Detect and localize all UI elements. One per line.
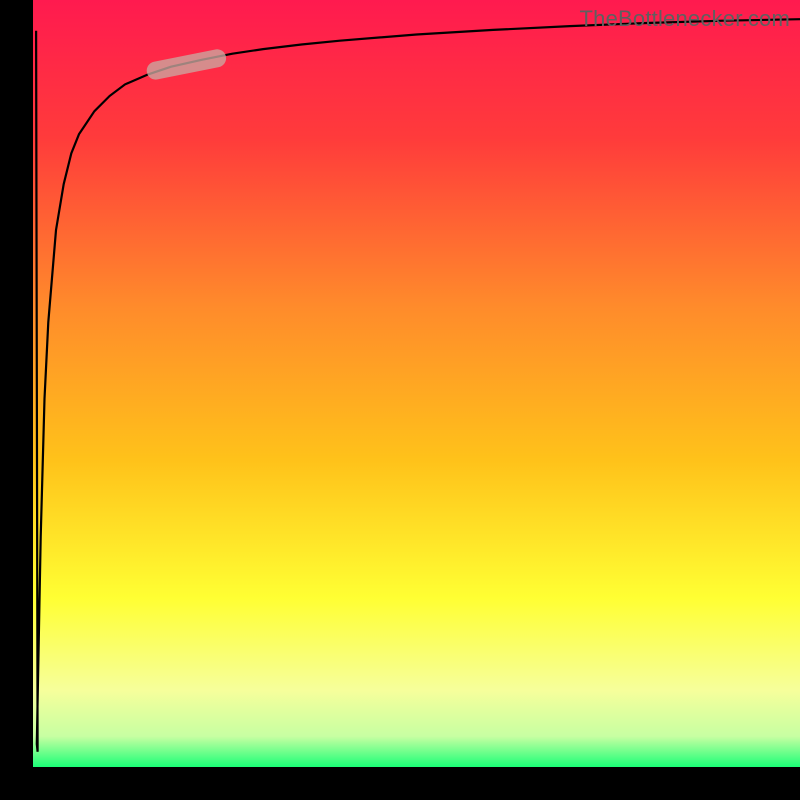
chart-frame-left <box>0 0 33 800</box>
curve-highlight-pill <box>156 58 217 70</box>
chart-svg <box>0 0 800 800</box>
attribution-watermark: TheBottlenecker.com <box>580 6 790 32</box>
chart-frame-bottom <box>0 767 800 800</box>
chart-gradient-background <box>33 0 800 767</box>
chart-container: TheBottlenecker.com <box>0 0 800 800</box>
